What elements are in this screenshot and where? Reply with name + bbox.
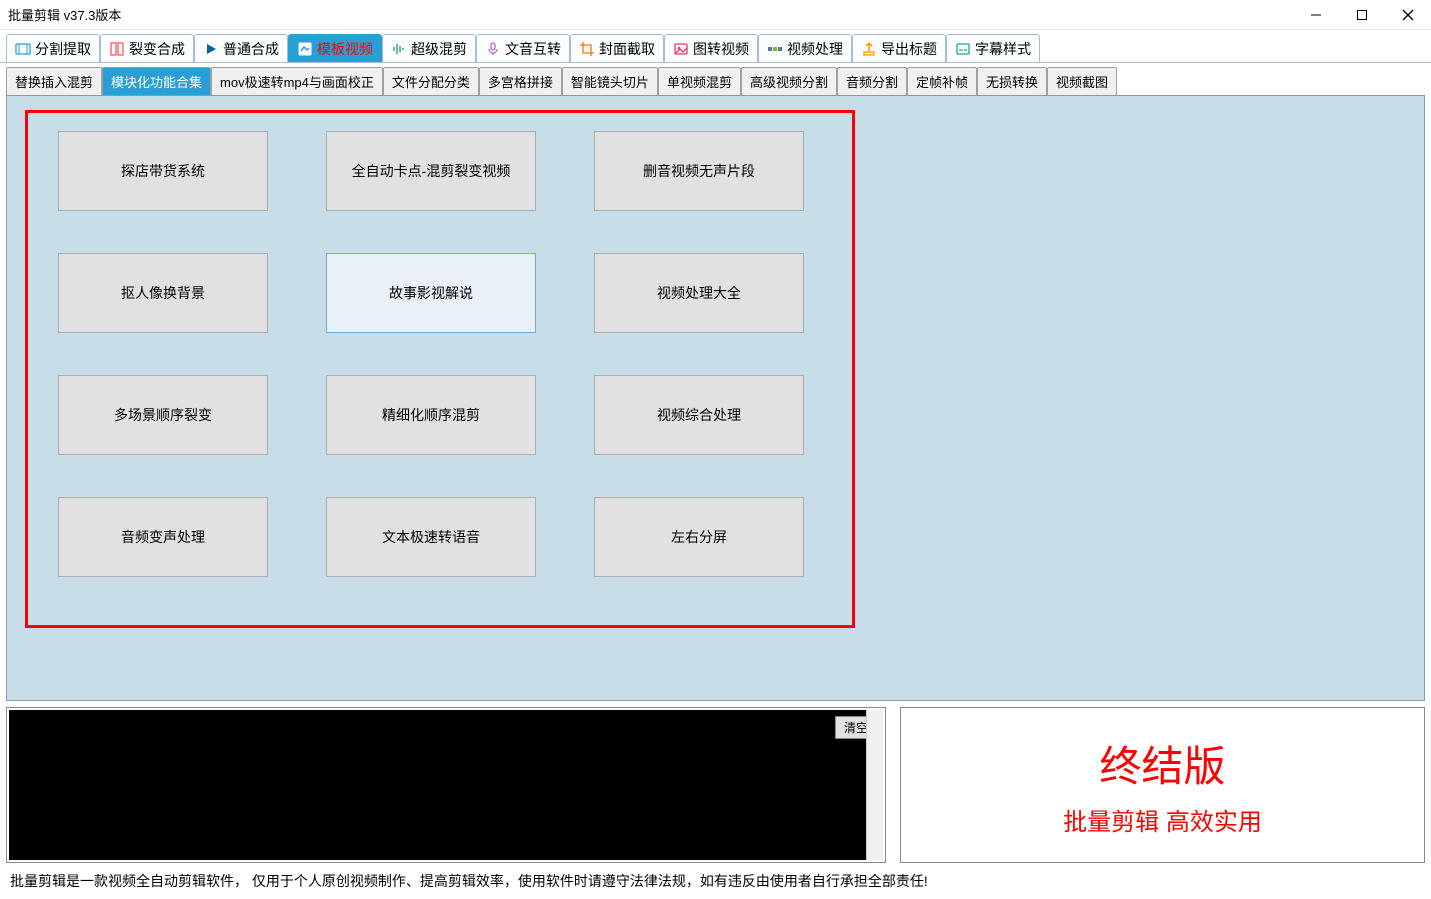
sub-tab-2[interactable]: mov极速转mp4与画面校正 (211, 67, 383, 95)
module-button-1[interactable]: 全自动卡点-混剪裂变视频 (326, 131, 536, 211)
window-controls (1293, 0, 1431, 29)
titlebar: 批量剪辑 v37.3版本 (0, 0, 1431, 30)
module-button-3[interactable]: 抠人像换背景 (58, 253, 268, 333)
sub-tab-4[interactable]: 多宫格拼接 (479, 67, 562, 95)
maximize-button[interactable] (1339, 0, 1385, 29)
close-icon (1402, 9, 1414, 21)
sub-tab-0[interactable]: 替换插入混剪 (6, 67, 102, 95)
crop-icon (579, 41, 595, 57)
play-icon (203, 41, 219, 57)
log-output[interactable]: 清空 (9, 710, 883, 860)
sub-tab-10[interactable]: 无损转换 (977, 67, 1047, 95)
maximize-icon (1356, 9, 1368, 21)
process-icon (767, 41, 783, 57)
main-tab-5[interactable]: 文音互转 (476, 34, 570, 63)
main-tab-label: 封面截取 (599, 39, 655, 59)
split-icon (109, 41, 125, 57)
module-button-4[interactable]: 故事影视解说 (326, 253, 536, 333)
main-tab-8[interactable]: 视频处理 (758, 34, 852, 63)
minimize-icon (1310, 9, 1322, 21)
main-tab-6[interactable]: 封面截取 (570, 34, 664, 63)
footer-disclaimer: 批量剪辑是一款视频全自动剪辑软件， 仅用于个人原创视频制作、提高剪辑效率，使用软… (0, 865, 1431, 899)
main-tab-label: 分割提取 (35, 39, 91, 59)
main-tab-label: 导出标题 (881, 39, 937, 59)
main-tab-1[interactable]: 裂变合成 (100, 34, 194, 63)
main-tab-label: 超级混剪 (411, 39, 467, 59)
version-subtitle: 批量剪辑 高效实用 (1063, 802, 1262, 837)
main-tab-label: 文音互转 (505, 39, 561, 59)
minimize-button[interactable] (1293, 0, 1339, 29)
sub-tab-9[interactable]: 定帧补帧 (907, 67, 977, 95)
image-icon (673, 41, 689, 57)
version-panel: 终结版 批量剪辑 高效实用 (900, 707, 1425, 863)
module-button-5[interactable]: 视频处理大全 (594, 253, 804, 333)
sub-tab-5[interactable]: 智能镜头切片 (562, 67, 658, 95)
main-tab-label: 模板视频 (317, 39, 373, 59)
module-button-7[interactable]: 精细化顺序混剪 (326, 375, 536, 455)
main-tab-label: 裂变合成 (129, 39, 185, 59)
sub-tab-bar: 替换插入混剪模块化功能合集mov极速转mp4与画面校正文件分配分类多宫格拼接智能… (0, 62, 1431, 95)
film-icon (15, 41, 31, 57)
close-button[interactable] (1385, 0, 1431, 29)
module-button-6[interactable]: 多场景顺序裂变 (58, 375, 268, 455)
main-tab-label: 普通合成 (223, 39, 279, 59)
module-grid: 探店带货系统全自动卡点-混剪裂变视频删音视频无声片段抠人像换背景故事影视解说视频… (25, 110, 855, 628)
module-button-11[interactable]: 左右分屏 (594, 497, 804, 577)
main-tab-0[interactable]: 分割提取 (6, 34, 100, 63)
module-button-10[interactable]: 文本极速转语音 (326, 497, 536, 577)
sub-tab-11[interactable]: 视频截图 (1047, 67, 1117, 95)
version-title: 终结版 (1099, 733, 1225, 794)
main-tab-7[interactable]: 图转视频 (664, 34, 758, 63)
waveform-icon (391, 41, 407, 57)
main-tab-10[interactable]: 字幕样式 (946, 34, 1040, 63)
bottom-panel: 清空 终结版 批量剪辑 高效实用 (0, 707, 1431, 865)
log-panel: 清空 (6, 707, 886, 863)
mic-icon (485, 41, 501, 57)
sub-tab-7[interactable]: 高级视频分割 (741, 67, 837, 95)
module-button-2[interactable]: 删音视频无声片段 (594, 131, 804, 211)
sub-tab-3[interactable]: 文件分配分类 (383, 67, 479, 95)
main-tab-4[interactable]: 超级混剪 (382, 34, 476, 63)
main-tab-2[interactable]: 普通合成 (194, 34, 288, 63)
main-tab-bar: 分割提取 裂变合成 普通合成 模板视频 超级混剪 文音互转 封面截取 图转视频 视频处理 导出标题… (0, 30, 1431, 63)
main-tab-label: 字幕样式 (975, 39, 1031, 59)
content-area: 探店带货系统全自动卡点-混剪裂变视频删音视频无声片段抠人像换背景故事影视解说视频… (6, 95, 1425, 701)
module-button-8[interactable]: 视频综合处理 (594, 375, 804, 455)
window-title: 批量剪辑 v37.3版本 (8, 5, 121, 24)
sub-tab-8[interactable]: 音频分割 (837, 67, 907, 95)
log-scrollbar[interactable] (866, 710, 883, 860)
template-icon (297, 41, 313, 57)
module-button-9[interactable]: 音频变声处理 (58, 497, 268, 577)
main-tab-3[interactable]: 模板视频 (288, 34, 382, 63)
sub-tab-1[interactable]: 模块化功能合集 (102, 67, 211, 95)
module-button-0[interactable]: 探店带货系统 (58, 131, 268, 211)
main-tab-label: 图转视频 (693, 39, 749, 59)
main-tab-label: 视频处理 (787, 39, 843, 59)
subtitle-icon (955, 41, 971, 57)
main-tab-9[interactable]: 导出标题 (852, 34, 946, 63)
export-icon (861, 41, 877, 57)
sub-tab-6[interactable]: 单视频混剪 (658, 67, 741, 95)
